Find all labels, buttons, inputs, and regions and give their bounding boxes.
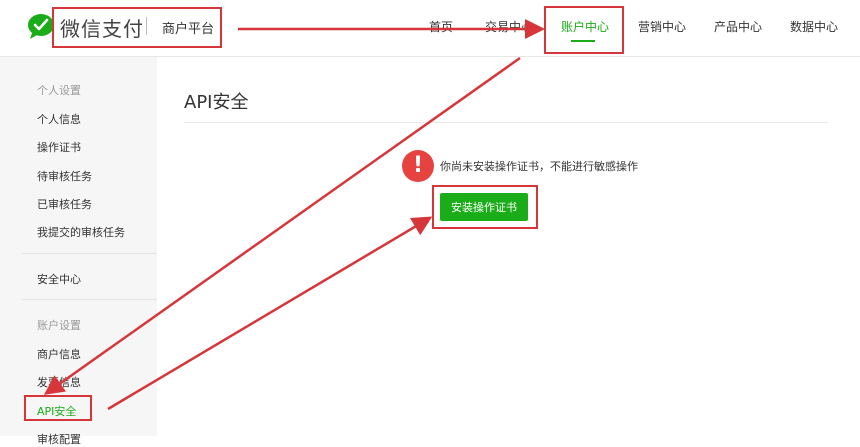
sidebar-item-invoice-info[interactable]: 发票信息 (37, 374, 81, 390)
nav-marketing-center[interactable]: 营销中心 (638, 18, 686, 35)
sidebar-divider (22, 253, 157, 254)
nav-data-center[interactable]: 数据中心 (790, 18, 838, 35)
sidebar-item-pending-review[interactable]: 待审核任务 (37, 168, 92, 184)
sidebar-item-reviewed[interactable]: 已审核任务 (37, 196, 92, 212)
platform-name[interactable]: 商户平台 (162, 18, 214, 37)
sidebar-item-security-center[interactable]: 安全中心 (37, 271, 81, 287)
warning-message: 你尚未安装操作证书，不能进行敏感操作 (440, 160, 638, 173)
brand-name[interactable]: 微信支付 (60, 13, 144, 42)
sidebar-item-operation-cert[interactable]: 操作证书 (37, 139, 81, 155)
nav-trade-center[interactable]: 交易中心 (485, 18, 533, 35)
page-title: API安全 (184, 92, 249, 113)
sidebar-item-personal-info[interactable]: 个人信息 (37, 111, 81, 127)
sidebar-item-merchant-info[interactable]: 商户信息 (37, 346, 81, 362)
brand-divider (146, 17, 147, 35)
wechat-pay-logo-icon (28, 14, 54, 39)
title-divider (184, 122, 828, 123)
sidebar-group-personal-settings: 个人设置 (37, 84, 81, 97)
sidebar: 个人设置 个人信息 操作证书 待审核任务 已审核任务 我提交的审核任务 安全中心… (0, 57, 157, 446)
warning-icon: ! (402, 150, 434, 182)
sidebar-item-api-security[interactable]: API安全 (37, 403, 76, 419)
nav-active-underline (571, 40, 595, 42)
nav-account-center[interactable]: 账户中心 (561, 18, 609, 35)
nav-product-center[interactable]: 产品中心 (714, 18, 762, 35)
sidebar-item-my-submitted-review[interactable]: 我提交的审核任务 (37, 224, 125, 240)
sidebar-item-review-config[interactable]: 审核配置 (37, 431, 81, 447)
sidebar-divider (22, 299, 157, 300)
install-certificate-button[interactable]: 安装操作证书 (440, 193, 528, 221)
nav-home[interactable]: 首页 (429, 18, 453, 35)
sidebar-group-account-settings: 账户设置 (37, 319, 81, 332)
top-header: 微信支付 商户平台 首页 交易中心 账户中心 营销中心 产品中心 数据中心 (0, 0, 860, 57)
